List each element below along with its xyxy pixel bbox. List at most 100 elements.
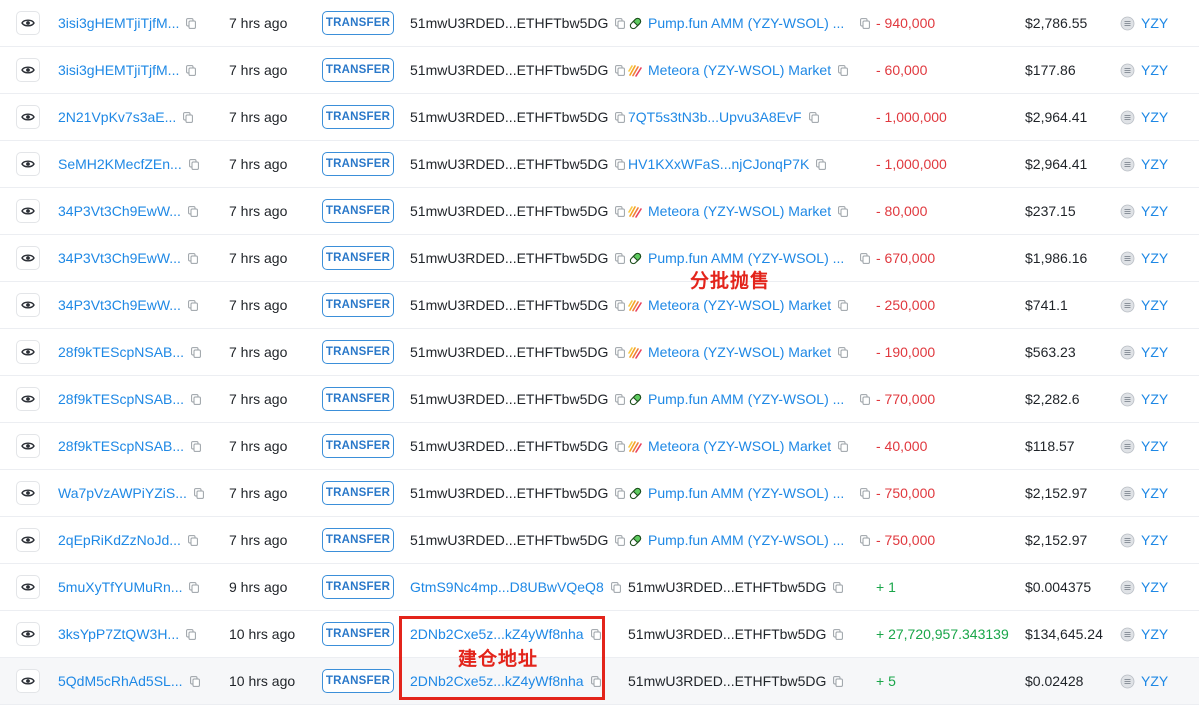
copy-icon[interactable] — [615, 487, 626, 499]
from-address[interactable]: 51mwU3RDED...ETHFTbw5DG — [410, 250, 608, 266]
copy-icon[interactable] — [615, 158, 626, 170]
signature-link[interactable]: 5muXyTfYUMuRn... — [58, 579, 182, 595]
eye-icon[interactable] — [16, 105, 40, 129]
signature-link[interactable]: 34P3Vt3Ch9EwW... — [58, 297, 181, 313]
to-address[interactable]: Meteora (YZY-WSOL) Market — [648, 203, 831, 219]
to-address[interactable]: HV1KXxWFaS...njCJonqP7K — [628, 156, 809, 172]
copy-icon[interactable] — [183, 111, 194, 123]
copy-icon[interactable] — [833, 628, 844, 640]
signature-link[interactable]: 3isi3gHEMTjiTjfM... — [58, 15, 179, 31]
eye-icon[interactable] — [16, 152, 40, 176]
copy-icon[interactable] — [188, 252, 198, 264]
from-address[interactable]: 51mwU3RDED...ETHFTbw5DG — [410, 438, 608, 454]
copy-icon[interactable] — [860, 487, 871, 499]
token-link[interactable]: YZY — [1141, 344, 1168, 360]
copy-icon[interactable] — [186, 628, 197, 640]
copy-icon[interactable] — [191, 440, 201, 452]
copy-icon[interactable] — [615, 440, 626, 452]
eye-icon[interactable] — [16, 575, 40, 599]
copy-icon[interactable] — [615, 111, 626, 123]
eye-icon[interactable] — [16, 58, 40, 82]
eye-icon[interactable] — [16, 340, 40, 364]
to-address[interactable]: Meteora (YZY-WSOL) Market — [648, 344, 831, 360]
to-address[interactable]: 51mwU3RDED...ETHFTbw5DG — [628, 673, 826, 689]
from-address[interactable]: 51mwU3RDED...ETHFTbw5DG — [410, 109, 608, 125]
from-address[interactable]: 51mwU3RDED...ETHFTbw5DG — [410, 297, 608, 313]
token-link[interactable]: YZY — [1141, 297, 1168, 313]
copy-icon[interactable] — [860, 534, 871, 546]
to-address[interactable]: Pump.fun AMM (YZY-WSOL) ... — [648, 391, 844, 407]
signature-link[interactable]: 2N21VpKv7s3aE... — [58, 109, 176, 125]
copy-icon[interactable] — [860, 393, 871, 405]
copy-icon[interactable] — [833, 581, 844, 593]
to-address[interactable]: 7QT5s3tN3b...Upvu3A8EvF — [628, 109, 802, 125]
eye-icon[interactable] — [16, 246, 40, 270]
to-address[interactable]: Pump.fun AMM (YZY-WSOL) ... — [648, 532, 844, 548]
signature-link[interactable]: SeMH2KMecfZEn... — [58, 156, 182, 172]
copy-icon[interactable] — [838, 440, 848, 452]
copy-icon[interactable] — [189, 675, 200, 687]
token-link[interactable]: YZY — [1141, 203, 1168, 219]
to-address[interactable]: Pump.fun AMM (YZY-WSOL) ... — [648, 15, 844, 31]
token-link[interactable]: YZY — [1141, 250, 1168, 266]
signature-link[interactable]: 3isi3gHEMTjiTjfM... — [58, 62, 179, 78]
token-link[interactable]: YZY — [1141, 532, 1168, 548]
token-link[interactable]: YZY — [1141, 673, 1168, 689]
eye-icon[interactable] — [16, 434, 40, 458]
copy-icon[interactable] — [193, 487, 204, 499]
to-address[interactable]: Meteora (YZY-WSOL) Market — [648, 62, 831, 78]
signature-link[interactable]: 5QdM5cRhAd5SL... — [58, 673, 183, 689]
copy-icon[interactable] — [615, 205, 626, 217]
copy-icon[interactable] — [838, 64, 848, 76]
copy-icon[interactable] — [188, 299, 198, 311]
signature-link[interactable]: 3ksYpP7ZtQW3H... — [58, 626, 179, 642]
eye-icon[interactable] — [16, 387, 40, 411]
from-address[interactable]: 51mwU3RDED...ETHFTbw5DG — [410, 62, 608, 78]
eye-icon[interactable] — [16, 11, 40, 35]
token-link[interactable]: YZY — [1141, 485, 1168, 501]
copy-icon[interactable] — [615, 534, 626, 546]
copy-icon[interactable] — [615, 252, 626, 264]
token-link[interactable]: YZY — [1141, 626, 1168, 642]
copy-icon[interactable] — [838, 299, 848, 311]
copy-icon[interactable] — [838, 346, 848, 358]
signature-link[interactable]: 28f9kTEScpNSAB... — [58, 344, 184, 360]
copy-icon[interactable] — [188, 205, 198, 217]
copy-icon[interactable] — [816, 158, 827, 170]
copy-icon[interactable] — [860, 252, 871, 264]
copy-icon[interactable] — [186, 64, 197, 76]
from-address[interactable]: 51mwU3RDED...ETHFTbw5DG — [410, 391, 608, 407]
to-address[interactable]: Meteora (YZY-WSOL) Market — [648, 438, 831, 454]
signature-link[interactable]: 28f9kTEScpNSAB... — [58, 391, 184, 407]
copy-icon[interactable] — [838, 205, 848, 217]
token-link[interactable]: YZY — [1141, 62, 1168, 78]
from-address[interactable]: 51mwU3RDED...ETHFTbw5DG — [410, 15, 608, 31]
eye-icon[interactable] — [16, 622, 40, 646]
copy-icon[interactable] — [615, 346, 626, 358]
from-address[interactable]: 51mwU3RDED...ETHFTbw5DG — [410, 203, 608, 219]
signature-link[interactable]: 2qEpRiKdZzNoJd... — [58, 532, 181, 548]
token-link[interactable]: YZY — [1141, 438, 1168, 454]
eye-icon[interactable] — [16, 199, 40, 223]
from-address[interactable]: 51mwU3RDED...ETHFTbw5DG — [410, 344, 608, 360]
token-link[interactable]: YZY — [1141, 156, 1168, 172]
copy-icon[interactable] — [615, 299, 626, 311]
copy-icon[interactable] — [615, 64, 626, 76]
to-address[interactable]: Pump.fun AMM (YZY-WSOL) ... — [648, 250, 844, 266]
copy-icon[interactable] — [191, 393, 201, 405]
signature-link[interactable]: Wa7pVzAWPiYZiS... — [58, 485, 187, 501]
copy-icon[interactable] — [860, 17, 871, 29]
to-address[interactable]: 51mwU3RDED...ETHFTbw5DG — [628, 626, 826, 642]
copy-icon[interactable] — [808, 111, 819, 123]
token-link[interactable]: YZY — [1141, 15, 1168, 31]
from-address[interactable]: 51mwU3RDED...ETHFTbw5DG — [410, 532, 608, 548]
copy-icon[interactable] — [615, 393, 626, 405]
signature-link[interactable]: 28f9kTEScpNSAB... — [58, 438, 184, 454]
copy-icon[interactable] — [186, 17, 197, 29]
to-address[interactable]: Meteora (YZY-WSOL) Market — [648, 297, 831, 313]
eye-icon[interactable] — [16, 669, 40, 693]
copy-icon[interactable] — [188, 534, 198, 546]
from-address[interactable]: GtmS9Nc4mp...D8UBwVQeQ8 — [410, 579, 604, 595]
signature-link[interactable]: 34P3Vt3Ch9EwW... — [58, 250, 181, 266]
signature-link[interactable]: 34P3Vt3Ch9EwW... — [58, 203, 181, 219]
